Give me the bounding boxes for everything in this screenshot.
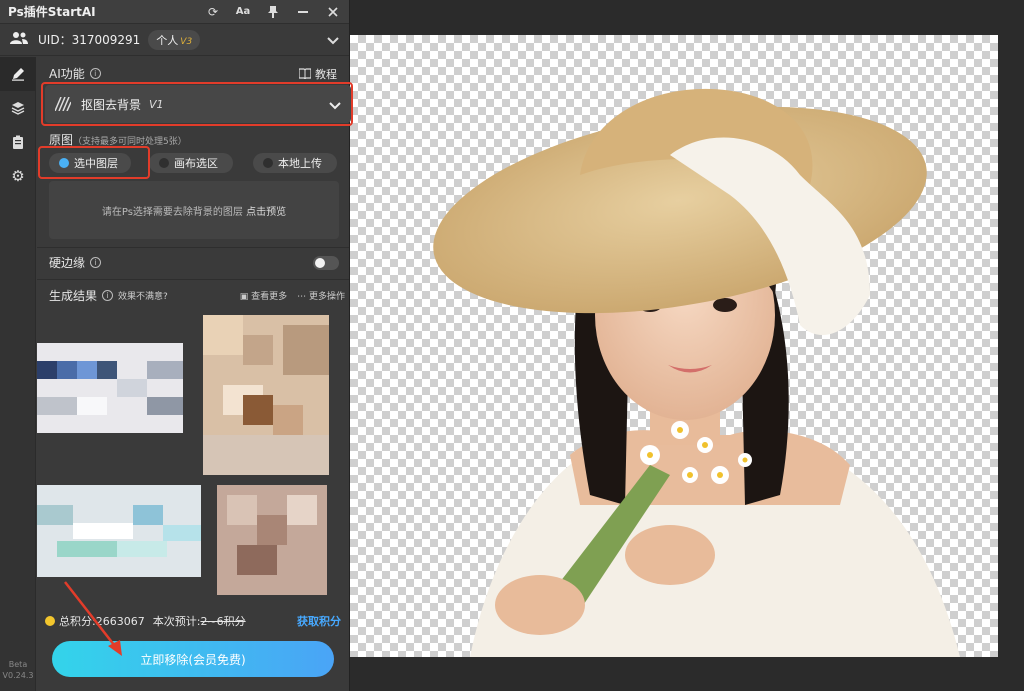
get-points-link[interactable]: 获取积分 xyxy=(297,613,341,629)
divider xyxy=(37,279,349,280)
refresh-icon[interactable]: ⟳ xyxy=(205,4,221,20)
nav-settings[interactable]: ⚙ xyxy=(0,159,36,193)
annotation-arrow xyxy=(64,581,122,656)
image-icon: ▣ xyxy=(239,292,249,302)
nav-edit[interactable] xyxy=(0,57,36,91)
more-actions-label: 更多操作 xyxy=(308,292,345,302)
result-thumbnail[interactable] xyxy=(37,485,201,577)
nav-layers[interactable] xyxy=(0,91,36,125)
tutorial-label: 教程 xyxy=(315,67,337,81)
cutout-portrait-image xyxy=(433,88,960,657)
divider xyxy=(37,247,349,248)
option-local-upload[interactable]: 本地上传 xyxy=(253,153,337,173)
option-label: 本地上传 xyxy=(278,157,322,170)
plan-badge: 个人 V3 xyxy=(148,29,201,50)
more-actions-link[interactable]: ⋯ 更多操作 xyxy=(297,289,345,302)
users-icon xyxy=(10,30,28,49)
info-icon[interactable]: i xyxy=(90,257,102,268)
dropzone-text: 请在Ps选择需要去除背景的图层 xyxy=(101,206,243,218)
radio-off-icon xyxy=(159,158,169,168)
book-icon xyxy=(299,68,311,79)
version-info: Beta V0.24.3 xyxy=(0,659,36,681)
gear-icon: ⚙ xyxy=(11,167,25,185)
layers-icon xyxy=(11,102,25,115)
app-title: Ps插件StartAI xyxy=(8,5,96,19)
font-icon[interactable]: Aa xyxy=(235,4,251,20)
plan-label: 个人 xyxy=(156,33,179,47)
clipboard-icon xyxy=(13,135,23,149)
hard-edge-label: 硬边缘 xyxy=(49,256,86,270)
highlight-box-function xyxy=(41,82,353,126)
version-number: V0.24.3 xyxy=(2,671,34,680)
pin-icon[interactable] xyxy=(265,4,281,20)
minimize-icon[interactable] xyxy=(295,4,311,20)
results-grid xyxy=(37,305,349,595)
see-more-label: 查看更多 xyxy=(251,292,288,302)
coin-icon xyxy=(45,616,55,626)
source-dropzone[interactable]: 请在Ps选择需要去除背景的图层 点击预览 xyxy=(49,181,339,239)
feedback-link[interactable]: 效果不满意? xyxy=(118,289,168,302)
ai-function-header: AI功能 i 教程 xyxy=(37,57,349,82)
radio-off-icon xyxy=(263,158,273,168)
plugin-panel: Ps插件StartAI ⟳ Aa UID：317009291 个人 V3 ⚙ B… xyxy=(0,0,353,691)
more-icon: ⋯ xyxy=(297,292,307,302)
version-channel: Beta xyxy=(8,660,28,669)
ai-function-label: AI功能 xyxy=(49,67,85,81)
result-thumbnail[interactable] xyxy=(37,343,183,433)
app-window: Ps插件StartAI ⟳ Aa UID：317009291 个人 V3 ⚙ B… xyxy=(0,0,1024,691)
preview-link[interactable]: 点击预览 xyxy=(246,203,286,218)
results-label: 生成结果 xyxy=(49,289,98,303)
user-bar[interactable]: UID：317009291 个人 V3 xyxy=(0,24,349,56)
estimate-label: 本次预计: xyxy=(152,615,201,628)
option-canvas-selection[interactable]: 画布选区 xyxy=(149,153,233,173)
option-label: 画布选区 xyxy=(174,157,218,170)
uid-label: UID：317009291 xyxy=(38,33,141,47)
result-thumbnail[interactable] xyxy=(217,485,327,595)
side-nav: ⚙ Beta V0.24.3 xyxy=(0,57,36,691)
titlebar: Ps插件StartAI ⟳ Aa xyxy=(0,0,349,24)
info-icon[interactable]: i xyxy=(102,290,114,301)
estimate-value: 2~6积分 xyxy=(200,615,246,628)
chevron-down-icon[interactable] xyxy=(327,30,339,49)
close-icon[interactable] xyxy=(325,4,341,20)
hard-edge-toggle[interactable] xyxy=(313,255,339,270)
plan-version: V3 xyxy=(180,36,193,47)
tutorial-link[interactable]: 教程 xyxy=(299,66,337,82)
see-more-link[interactable]: ▣ 查看更多 xyxy=(240,289,287,302)
hard-edge-row: 硬边缘 i xyxy=(49,254,339,271)
pencil-icon xyxy=(12,68,24,81)
source-label: 原图 xyxy=(49,133,74,147)
results-header: 生成结果 i 效果不满意? ▣ 查看更多 ⋯ 更多操作 xyxy=(49,287,345,304)
highlight-box-source xyxy=(38,146,150,179)
info-icon[interactable]: i xyxy=(89,68,101,79)
nav-history[interactable] xyxy=(0,125,36,159)
result-thumbnail[interactable] xyxy=(203,315,329,475)
photoshop-canvas[interactable] xyxy=(350,35,998,657)
